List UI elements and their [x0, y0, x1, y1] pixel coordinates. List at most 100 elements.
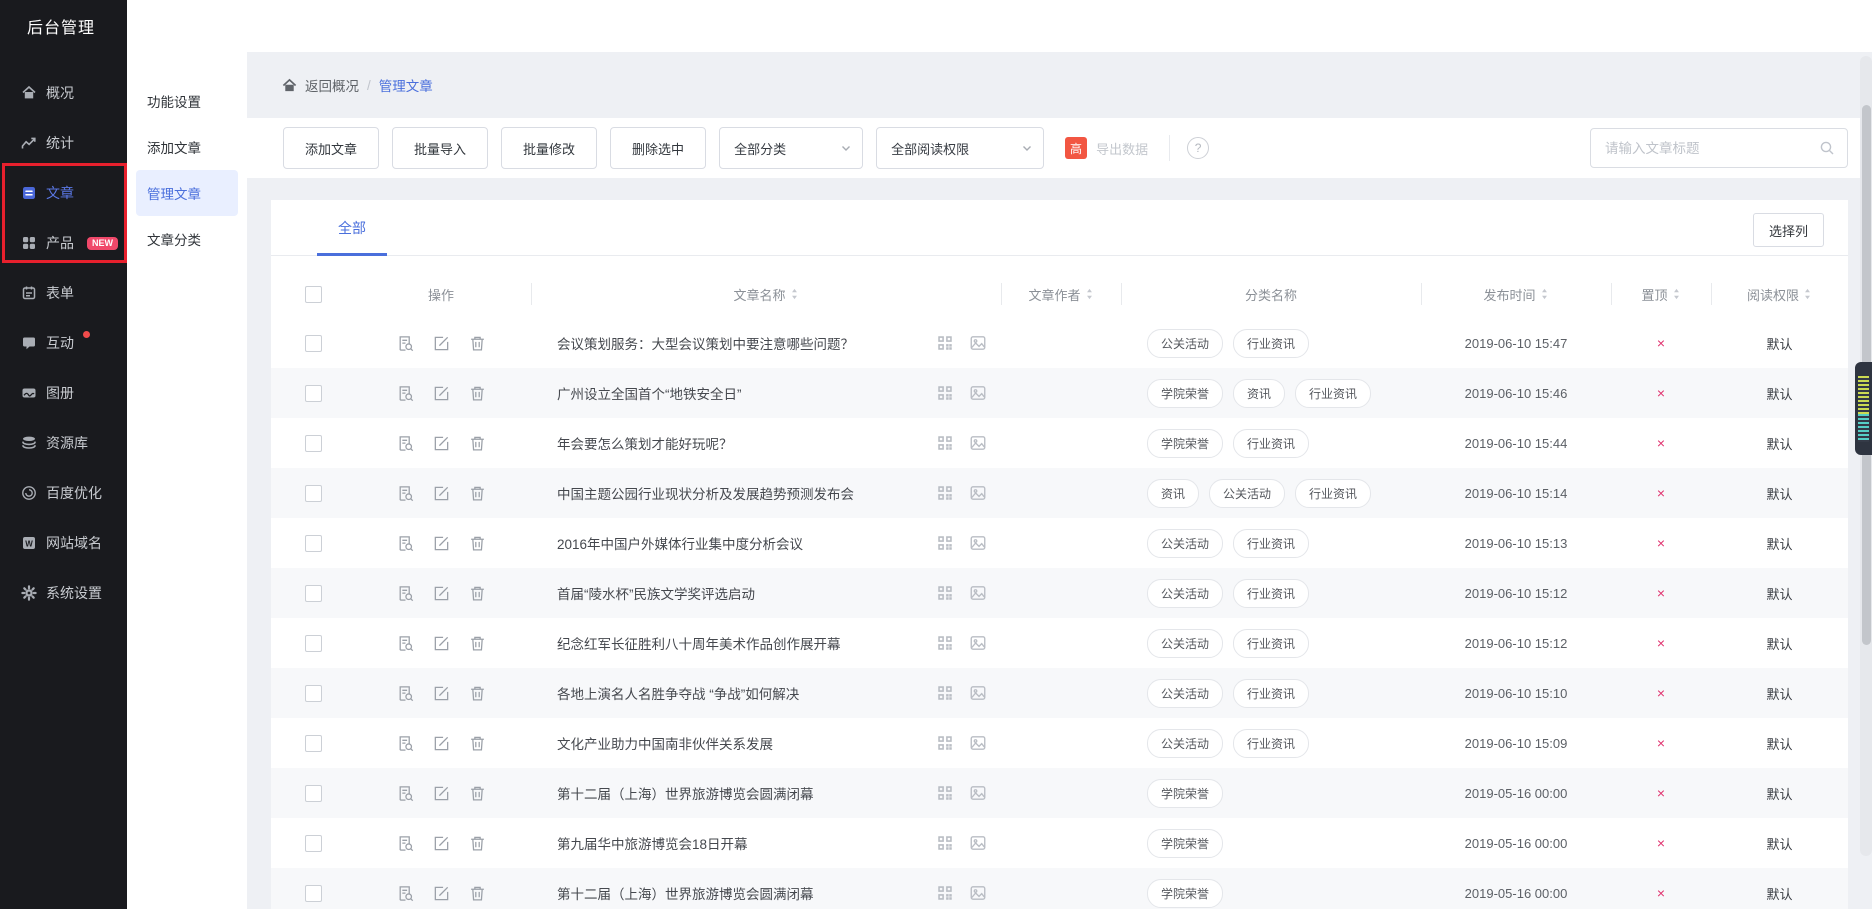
row-checkbox[interactable]: [305, 484, 322, 502]
sidebar-item-baidu-seo[interactable]: 百度优化: [0, 468, 127, 518]
sidebar-item-products[interactable]: 产品 NEW: [0, 218, 127, 268]
row-checkbox[interactable]: [305, 534, 322, 552]
delete-icon[interactable]: [469, 435, 486, 452]
edit-icon[interactable]: [433, 885, 450, 902]
delete-icon[interactable]: [469, 385, 486, 402]
choose-columns-button[interactable]: 选择列: [1752, 213, 1824, 247]
image-icon[interactable]: [969, 434, 987, 452]
export-data-button[interactable]: 高 导出数据: [1065, 137, 1148, 159]
image-icon[interactable]: [969, 534, 987, 552]
column-header-read-permission[interactable]: 阅读权限: [1711, 270, 1848, 318]
edit-icon[interactable]: [433, 585, 450, 602]
qr-code-icon[interactable]: [936, 834, 954, 852]
delete-icon[interactable]: [469, 335, 486, 352]
qr-code-icon[interactable]: [936, 534, 954, 552]
view-icon[interactable]: [397, 435, 414, 452]
row-checkbox[interactable]: [305, 584, 322, 602]
qr-code-icon[interactable]: [936, 334, 954, 352]
category-filter-select[interactable]: 全部分类: [719, 127, 864, 169]
edit-icon[interactable]: [433, 785, 450, 802]
delete-icon[interactable]: [469, 585, 486, 602]
search-icon[interactable]: [1819, 140, 1835, 156]
qr-code-icon[interactable]: [936, 634, 954, 652]
pinned-flag[interactable]: ×: [1611, 585, 1711, 601]
delete-icon[interactable]: [469, 835, 486, 852]
delete-icon[interactable]: [469, 635, 486, 652]
column-header-publish-time[interactable]: 发布时间: [1421, 270, 1611, 318]
pinned-flag[interactable]: ×: [1611, 385, 1711, 401]
sidebar-item-gallery[interactable]: 图册: [0, 368, 127, 418]
batch-import-button[interactable]: 批量导入: [392, 127, 489, 169]
tab-all[interactable]: 全部: [317, 218, 387, 256]
pinned-flag[interactable]: ×: [1611, 335, 1711, 351]
qr-code-icon[interactable]: [936, 684, 954, 702]
pinned-flag[interactable]: ×: [1611, 535, 1711, 551]
column-header-article-author[interactable]: 文章作者: [1001, 270, 1121, 318]
sidebar-item-system-settings[interactable]: 系统设置: [0, 568, 127, 618]
submenu-item-add-article[interactable]: 添加文章: [136, 124, 238, 170]
edit-icon[interactable]: [433, 735, 450, 752]
row-checkbox[interactable]: [305, 734, 322, 752]
column-header-pinned[interactable]: 置顶: [1611, 270, 1711, 318]
row-checkbox[interactable]: [305, 784, 322, 802]
pinned-flag[interactable]: ×: [1611, 835, 1711, 851]
add-article-button[interactable]: 添加文章: [283, 127, 380, 169]
view-icon[interactable]: [397, 485, 414, 502]
permission-filter-select[interactable]: 全部阅读权限: [876, 127, 1045, 169]
edit-icon[interactable]: [433, 635, 450, 652]
view-icon[interactable]: [397, 535, 414, 552]
row-checkbox[interactable]: [305, 384, 322, 402]
view-icon[interactable]: [397, 785, 414, 802]
sidebar-item-stats[interactable]: 统计: [0, 118, 127, 168]
qr-code-icon[interactable]: [936, 734, 954, 752]
image-icon[interactable]: [969, 334, 987, 352]
batch-edit-button[interactable]: 批量修改: [501, 127, 598, 169]
delete-selected-button[interactable]: 删除选中: [610, 127, 707, 169]
row-checkbox[interactable]: [305, 634, 322, 652]
qr-code-icon[interactable]: [936, 484, 954, 502]
image-icon[interactable]: [969, 634, 987, 652]
column-header-article-name[interactable]: 文章名称: [531, 270, 1001, 318]
delete-icon[interactable]: [469, 535, 486, 552]
edit-icon[interactable]: [433, 835, 450, 852]
edit-icon[interactable]: [433, 535, 450, 552]
delete-icon[interactable]: [469, 485, 486, 502]
view-icon[interactable]: [397, 585, 414, 602]
pinned-flag[interactable]: ×: [1611, 635, 1711, 651]
sidebar-item-interaction[interactable]: 互动: [0, 318, 127, 368]
search-input[interactable]: [1603, 139, 1819, 157]
sidebar-item-domain[interactable]: W 网站域名: [0, 518, 127, 568]
view-icon[interactable]: [397, 885, 414, 902]
qr-code-icon[interactable]: [936, 584, 954, 602]
submenu-item-article-categories[interactable]: 文章分类: [136, 216, 238, 262]
sidebar-item-forms[interactable]: 表单: [0, 268, 127, 318]
image-icon[interactable]: [969, 734, 987, 752]
image-icon[interactable]: [969, 834, 987, 852]
image-icon[interactable]: [969, 484, 987, 502]
breadcrumb-back[interactable]: 返回概况: [305, 75, 359, 95]
pinned-flag[interactable]: ×: [1611, 435, 1711, 451]
qr-code-icon[interactable]: [936, 434, 954, 452]
view-icon[interactable]: [397, 385, 414, 402]
row-checkbox[interactable]: [305, 884, 322, 902]
submenu-item-feature-settings[interactable]: 功能设置: [136, 78, 238, 124]
row-checkbox[interactable]: [305, 684, 322, 702]
sidebar-item-articles[interactable]: 文章: [0, 168, 127, 218]
edit-icon[interactable]: [433, 485, 450, 502]
pinned-flag[interactable]: ×: [1611, 685, 1711, 701]
edit-icon[interactable]: [433, 335, 450, 352]
row-checkbox[interactable]: [305, 434, 322, 452]
edit-icon[interactable]: [433, 685, 450, 702]
view-icon[interactable]: [397, 635, 414, 652]
sidebar-item-overview[interactable]: 概况: [0, 68, 127, 118]
view-icon[interactable]: [397, 835, 414, 852]
sidebar-item-resources[interactable]: 资源库: [0, 418, 127, 468]
qr-code-icon[interactable]: [936, 384, 954, 402]
delete-icon[interactable]: [469, 785, 486, 802]
row-checkbox[interactable]: [305, 334, 322, 352]
view-icon[interactable]: [397, 735, 414, 752]
image-icon[interactable]: [969, 684, 987, 702]
delete-icon[interactable]: [469, 735, 486, 752]
qr-code-icon[interactable]: [936, 884, 954, 902]
row-checkbox[interactable]: [305, 834, 322, 852]
